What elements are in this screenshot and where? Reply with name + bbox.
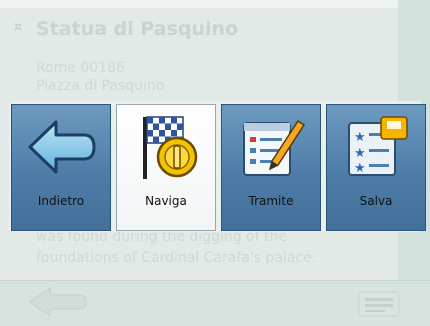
via-checklist-icon bbox=[243, 119, 306, 176]
back-arrow-icon bbox=[28, 120, 96, 174]
back-button[interactable]: Indietro bbox=[11, 104, 111, 231]
save-button-label: Salva bbox=[359, 194, 393, 208]
svg-text:★: ★ bbox=[354, 161, 366, 176]
navigate-button[interactable]: Naviga bbox=[116, 104, 216, 231]
poi-address-line2: Piazza di Pasquino bbox=[36, 78, 165, 94]
via-button-label: Tramite bbox=[248, 194, 294, 208]
back-button-label: Indietro bbox=[37, 194, 85, 208]
save-button[interactable]: ★ ★ ★ Salva bbox=[326, 104, 426, 231]
via-button[interactable]: Tramite bbox=[221, 104, 321, 231]
svg-text:★: ★ bbox=[354, 130, 366, 145]
poi-address-line1: Rome 00186 bbox=[36, 60, 125, 76]
poi-description-line2: foundations of Cardinal Carafa's palace. bbox=[36, 250, 317, 266]
navigate-button-label: Naviga bbox=[145, 194, 187, 208]
bottom-back-arrow-icon bbox=[29, 287, 87, 317]
bottom-menu-icon bbox=[358, 291, 400, 317]
poi-marker-icon: ¤ bbox=[14, 20, 23, 35]
svg-text:★: ★ bbox=[354, 146, 366, 161]
checkered-flag-icon bbox=[143, 116, 198, 179]
top-edge bbox=[0, 0, 430, 8]
poi-title: Statua di Pasquino bbox=[36, 18, 239, 40]
save-list-icon: ★ ★ ★ bbox=[348, 116, 408, 176]
